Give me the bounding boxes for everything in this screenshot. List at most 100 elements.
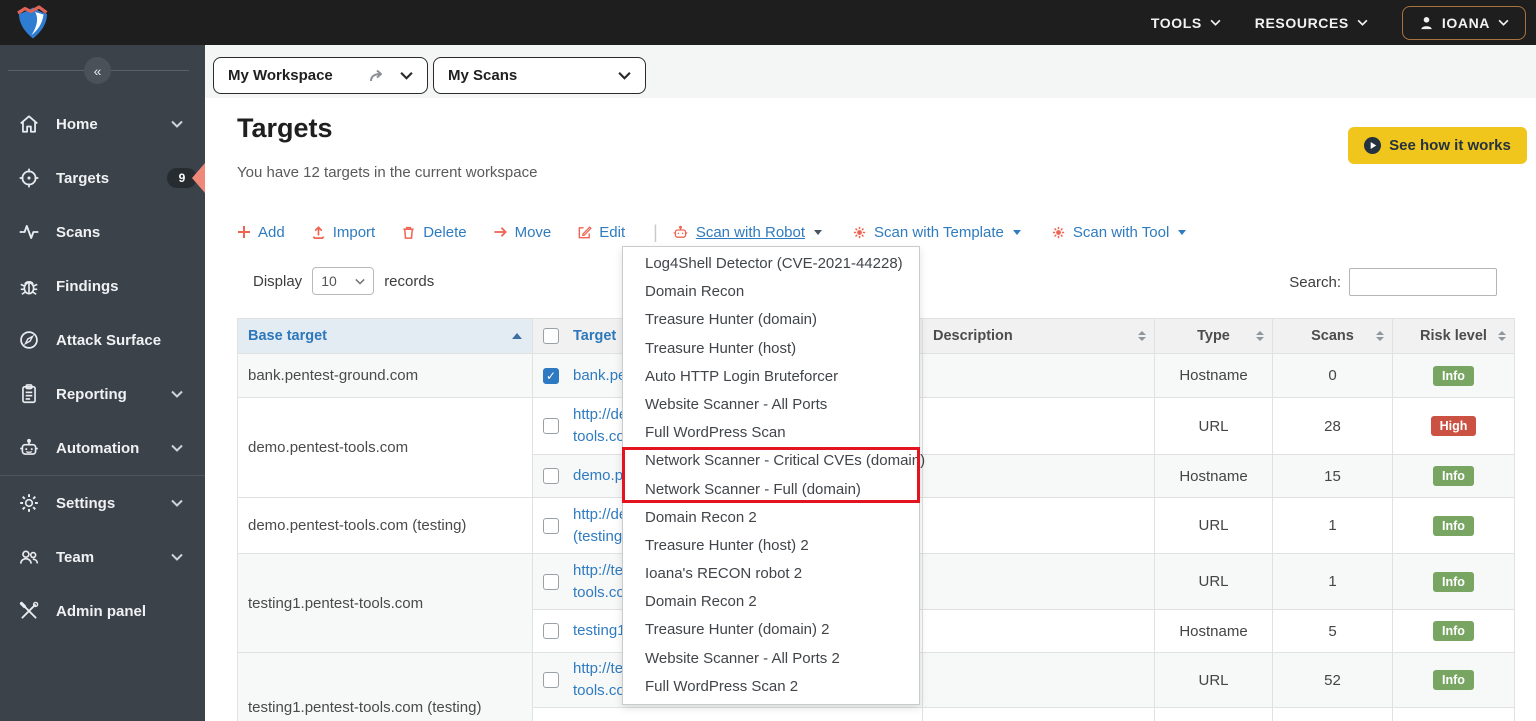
import-button[interactable]: Import bbox=[311, 224, 375, 241]
row-checkbox[interactable] bbox=[543, 672, 559, 688]
workspace-selector[interactable]: My Workspace bbox=[213, 57, 428, 94]
chevron-down-icon bbox=[171, 499, 183, 507]
robot-menu-item[interactable]: Treasure Hunter (domain) 2 bbox=[623, 616, 919, 644]
robot-menu-item[interactable]: Domain Recon 2 bbox=[623, 504, 919, 532]
chevron-down-icon bbox=[171, 553, 183, 561]
column-header-type[interactable]: Type bbox=[1154, 318, 1273, 354]
description-cell bbox=[922, 353, 1155, 398]
scan-with-robot-button[interactable]: Scan with Robot bbox=[672, 223, 823, 241]
scans-cell: 1 bbox=[1272, 497, 1393, 554]
tools-menu[interactable]: TOOLS bbox=[1151, 15, 1221, 31]
chevron-down-icon bbox=[355, 278, 365, 285]
see-how-it-works-label: See how it works bbox=[1389, 137, 1511, 154]
chevron-down-icon bbox=[618, 72, 631, 80]
row-checkbox[interactable] bbox=[543, 367, 559, 384]
scans-selector-value: My Scans bbox=[448, 67, 518, 84]
sidebar-item-team[interactable]: Team bbox=[0, 530, 205, 584]
sidebar-item-automation[interactable]: Automation bbox=[0, 421, 205, 475]
column-header-base-target[interactable]: Base target bbox=[237, 318, 533, 354]
caret-down-icon bbox=[814, 229, 823, 235]
row-checkbox[interactable] bbox=[543, 517, 559, 534]
gear-icon bbox=[20, 494, 38, 512]
sidebar-item-scans[interactable]: Scans bbox=[0, 205, 205, 259]
edit-icon bbox=[578, 225, 592, 238]
column-header-scans[interactable]: Scans bbox=[1272, 318, 1393, 354]
scans-cell: 28 bbox=[1272, 397, 1393, 455]
tools-menu-label: TOOLS bbox=[1150, 14, 1202, 31]
active-page-arrow-icon bbox=[192, 163, 205, 193]
scans-selector[interactable]: My Scans bbox=[433, 57, 646, 94]
sidebar-item-label: Reporting bbox=[56, 385, 127, 403]
scan-with-template-button[interactable]: Scan with Template bbox=[852, 224, 1021, 241]
robot-menu-item[interactable]: Network Scanner - Full (domain) bbox=[623, 476, 919, 504]
column-header-risk-level[interactable]: Risk level bbox=[1392, 318, 1515, 354]
scan-with-robot-label: Scan with Robot bbox=[695, 223, 806, 241]
edit-button[interactable]: Edit bbox=[577, 224, 625, 241]
sidebar-item-home[interactable]: Home bbox=[0, 97, 205, 151]
robot-menu-item[interactable]: Domain Recon 2 bbox=[623, 588, 919, 616]
resources-menu[interactable]: RESOURCES bbox=[1255, 15, 1368, 31]
robot-menu-item[interactable]: Website Scanner - All Ports bbox=[623, 391, 919, 419]
clipboard-icon bbox=[22, 384, 36, 404]
risk-badge: Info bbox=[1433, 515, 1474, 536]
sort-icon bbox=[1256, 331, 1264, 341]
robot-icon bbox=[673, 225, 688, 238]
description-cell bbox=[922, 652, 1155, 708]
sidebar-item-label: Admin panel bbox=[56, 602, 147, 620]
robot-menu-item[interactable]: Full WordPress Scan bbox=[623, 419, 919, 447]
home-icon bbox=[20, 115, 38, 133]
sidebar-item-admin-panel[interactable]: Admin panel bbox=[0, 584, 205, 638]
move-button[interactable]: Move bbox=[493, 224, 551, 241]
scan-with-robot-dropdown: Log4Shell Detector (CVE-2021-44228) Doma… bbox=[622, 246, 925, 705]
base-target-cell: demo.pentest-tools.com (testing) bbox=[237, 497, 533, 554]
brand-logo-icon[interactable] bbox=[12, 3, 54, 43]
user-menu[interactable]: IOANA bbox=[1401, 5, 1526, 40]
description-cell bbox=[922, 553, 1155, 610]
robot-menu-item[interactable]: Full WordPress Scan 2 bbox=[623, 673, 919, 701]
row-checkbox[interactable] bbox=[543, 573, 559, 590]
row-checkbox[interactable] bbox=[543, 468, 559, 484]
robot-menu-item[interactable]: Log4Shell Detector (CVE-2021-44228) bbox=[623, 250, 919, 278]
description-cell bbox=[922, 609, 1155, 653]
delete-button[interactable]: Delete bbox=[401, 224, 467, 241]
robot-menu-item[interactable]: Treasure Hunter (domain) bbox=[623, 306, 919, 334]
type-header-label: Type bbox=[1197, 328, 1230, 344]
target-header-label: Target bbox=[573, 328, 617, 344]
add-button[interactable]: Add bbox=[237, 224, 285, 241]
robot-menu-item[interactable]: Website Scanner - All Ports 2 bbox=[623, 645, 919, 673]
sidebar-item-label: Targets bbox=[56, 169, 110, 187]
page-title: Targets bbox=[237, 113, 333, 143]
base-target-cell: bank.pentest-ground.com bbox=[237, 353, 533, 398]
row-checkbox[interactable] bbox=[543, 623, 559, 639]
sidebar-item-reporting[interactable]: Reporting bbox=[0, 367, 205, 421]
see-how-it-works-button[interactable]: See how it works bbox=[1348, 127, 1527, 164]
sidebar-item-targets[interactable]: Targets 9 bbox=[0, 151, 205, 205]
records-per-page-value: 10 bbox=[321, 273, 337, 289]
robot-menu-item[interactable]: Domain Recon bbox=[623, 278, 919, 306]
search-input[interactable] bbox=[1349, 268, 1497, 296]
display-records-control: Display 10 records bbox=[253, 266, 434, 296]
robot-menu-item[interactable]: Network Scanner - Critical CVEs (domain) bbox=[623, 447, 925, 475]
sidebar-item-findings[interactable]: Findings bbox=[0, 259, 205, 313]
chevron-down-icon bbox=[171, 390, 183, 398]
search-label: Search: bbox=[1289, 273, 1341, 291]
app-root: TOOLS RESOURCES IOANA « Home Targets 9 S… bbox=[0, 0, 1536, 721]
base-target-header-label: Base target bbox=[248, 328, 327, 344]
scan-with-tool-button[interactable]: Scan with Tool bbox=[1051, 224, 1187, 241]
share-icon[interactable] bbox=[369, 69, 386, 83]
robot-menu-item[interactable]: Treasure Hunter (host) 2 bbox=[623, 532, 919, 560]
robot-menu-item[interactable]: Auto HTTP Login Bruteforcer bbox=[623, 363, 919, 391]
column-header-description[interactable]: Description bbox=[922, 318, 1155, 354]
sidebar-item-settings[interactable]: Settings bbox=[0, 476, 205, 530]
sidebar-collapse-button[interactable]: « bbox=[84, 57, 111, 84]
top-navbar: TOOLS RESOURCES IOANA bbox=[0, 0, 1536, 45]
tools-icon bbox=[19, 601, 39, 619]
records-per-page-select[interactable]: 10 bbox=[312, 267, 375, 295]
people-icon bbox=[19, 550, 39, 564]
robot-menu-item[interactable]: Ioana's RECON robot 2 bbox=[623, 560, 919, 588]
robot-menu-item[interactable]: Treasure Hunter (host) bbox=[623, 335, 919, 363]
select-all-checkbox[interactable] bbox=[543, 328, 559, 344]
plus-icon bbox=[238, 226, 250, 238]
sidebar-item-attack-surface[interactable]: Attack Surface bbox=[0, 313, 205, 367]
row-checkbox[interactable] bbox=[543, 418, 559, 434]
